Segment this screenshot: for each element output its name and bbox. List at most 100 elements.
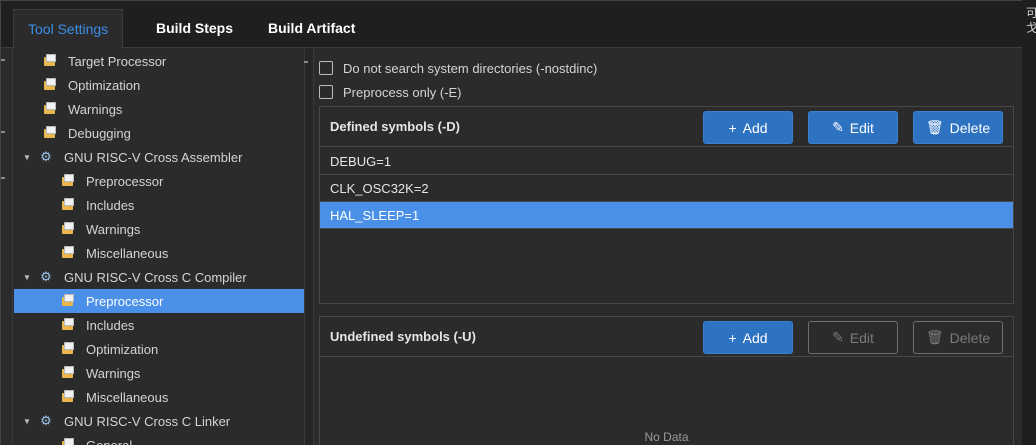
tab-build-steps[interactable]: Build Steps bbox=[142, 9, 247, 48]
tree-item-label: Debugging bbox=[68, 125, 131, 141]
tree-item-label: Miscellaneous bbox=[86, 245, 169, 261]
folder-icon bbox=[60, 197, 76, 213]
nostdinc-label: Do not search system directories (-nostd… bbox=[343, 60, 598, 76]
tree-item[interactable]: Preprocessor bbox=[14, 169, 304, 193]
folder-icon bbox=[60, 245, 76, 261]
left-gutter bbox=[1, 49, 13, 445]
defined-symbols-title: Defined symbols (-D) bbox=[330, 119, 461, 134]
undefined-symbols-header: Undefined symbols (-U) + Add ✎ Edit 🗑 De… bbox=[320, 317, 1013, 357]
tree-item-label: Includes bbox=[86, 197, 135, 213]
undefined-delete-label: Delete bbox=[949, 329, 991, 346]
folder-icon bbox=[60, 293, 76, 309]
gear-icon: ⚙ bbox=[40, 413, 52, 428]
folder-icon bbox=[60, 341, 76, 357]
defined-edit-button[interactable]: ✎ Edit bbox=[808, 111, 898, 144]
preprocess-only-label: Preprocess only (-E) bbox=[343, 84, 462, 100]
tree-item-label: Warnings bbox=[86, 221, 141, 237]
tree-item-label: Miscellaneous bbox=[86, 389, 169, 405]
plus-icon: + bbox=[728, 119, 737, 136]
tree-item-label: GNU RISC-V Cross C Compiler bbox=[64, 269, 247, 285]
nostdinc-option[interactable]: Do not search system directories (-nostd… bbox=[319, 58, 597, 78]
chevron-down-icon[interactable]: ▼ bbox=[22, 153, 32, 162]
tree-item[interactable]: Miscellaneous bbox=[14, 385, 304, 409]
tree-item[interactable]: ▼ ⚙ GNU RISC-V Cross C Linker bbox=[14, 409, 304, 433]
gutter-marker bbox=[1, 59, 5, 61]
pencil-icon: ✎ bbox=[832, 119, 844, 135]
folder-icon bbox=[42, 125, 58, 141]
folder-icon bbox=[60, 389, 76, 405]
tool-settings-window: Tool Settings Build Steps Build Artifact… bbox=[0, 0, 1023, 445]
folder-icon bbox=[60, 221, 76, 237]
tree-item-label: Preprocessor bbox=[86, 293, 164, 309]
tree-item[interactable]: General bbox=[14, 433, 304, 445]
tree-item-label: Target Processor bbox=[68, 53, 167, 69]
defined-delete-label: Delete bbox=[949, 119, 991, 136]
tree-item[interactable]: Warnings bbox=[14, 97, 304, 121]
undefined-symbols-panel: Undefined symbols (-U) + Add ✎ Edit 🗑 De… bbox=[319, 316, 1014, 445]
tree-item[interactable]: Warnings bbox=[14, 217, 304, 241]
tree-item[interactable]: Includes bbox=[14, 313, 304, 337]
defined-delete-button[interactable]: 🗑 Delete bbox=[913, 111, 1003, 144]
preprocess-only-checkbox[interactable] bbox=[319, 85, 333, 99]
tree-item-label: General bbox=[86, 437, 133, 445]
splitter-marker bbox=[304, 61, 308, 63]
defined-symbols-header: Defined symbols (-D) + Add ✎ Edit 🗑 Dele… bbox=[320, 107, 1013, 147]
defined-add-button[interactable]: + Add bbox=[703, 111, 793, 144]
symbol-row[interactable]: DEBUG=1 bbox=[320, 148, 1013, 175]
edge-text: 戈 bbox=[1026, 21, 1036, 35]
pane-splitter[interactable] bbox=[304, 49, 314, 445]
undefined-delete-button[interactable]: 🗑 Delete bbox=[913, 321, 1003, 354]
gear-icon: ⚙ bbox=[40, 149, 52, 164]
defined-add-label: Add bbox=[742, 119, 768, 136]
trash-icon: 🗑 bbox=[925, 119, 944, 135]
gutter-marker bbox=[1, 177, 5, 179]
tree-item[interactable]: Optimization bbox=[14, 337, 304, 361]
undefined-symbols-title: Undefined symbols (-U) bbox=[330, 329, 476, 344]
tree-item[interactable]: Includes bbox=[14, 193, 304, 217]
undefined-empty-message: No Data bbox=[644, 430, 689, 444]
tree-item-label: Optimization bbox=[86, 341, 159, 357]
tab-build-artifact[interactable]: Build Artifact bbox=[254, 9, 369, 48]
tree-item-label: Optimization bbox=[68, 77, 141, 93]
settings-tree: Target Processor Optimization Warnings Debu… bbox=[14, 49, 304, 445]
folder-icon bbox=[60, 365, 76, 381]
defined-edit-label: Edit bbox=[849, 119, 874, 136]
tree-item-label: Includes bbox=[86, 317, 135, 333]
tree-item[interactable]: ▼ ⚙ GNU RISC-V Cross Assembler bbox=[14, 145, 304, 169]
tree-item[interactable]: Target Processor bbox=[14, 49, 304, 73]
tree-item[interactable]: Miscellaneous bbox=[14, 241, 304, 265]
tree-item-label: GNU RISC-V Cross Assembler bbox=[64, 149, 243, 165]
folder-icon bbox=[60, 437, 76, 445]
folder-icon bbox=[60, 317, 76, 333]
symbol-row[interactable]: CLK_OSC32K=2 bbox=[320, 175, 1013, 202]
pencil-icon: ✎ bbox=[832, 329, 844, 345]
folder-icon bbox=[42, 101, 58, 117]
tree-item-label: Warnings bbox=[68, 101, 123, 117]
defined-symbols-panel: Defined symbols (-D) + Add ✎ Edit 🗑 Dele… bbox=[319, 106, 1014, 304]
tree-item-label: Preprocessor bbox=[86, 173, 164, 189]
tree-item-label: Warnings bbox=[86, 365, 141, 381]
undefined-add-button[interactable]: + Add bbox=[703, 321, 793, 354]
symbol-row[interactable]: HAL_SLEEP=1 bbox=[320, 202, 1013, 229]
folder-icon bbox=[60, 173, 76, 189]
trash-icon: 🗑 bbox=[925, 329, 944, 345]
tree-item[interactable]: ▼ ⚙ GNU RISC-V Cross C Compiler bbox=[14, 265, 304, 289]
gutter-marker bbox=[1, 131, 5, 133]
tab-tool-settings[interactable]: Tool Settings bbox=[13, 9, 124, 48]
tree-item[interactable]: Warnings bbox=[14, 361, 304, 385]
window-edge bbox=[1022, 0, 1036, 445]
chevron-down-icon[interactable]: ▼ bbox=[22, 417, 32, 426]
folder-icon bbox=[42, 77, 58, 93]
tree-item[interactable]: Debugging bbox=[14, 121, 304, 145]
nostdinc-checkbox[interactable] bbox=[319, 61, 333, 75]
chevron-down-icon[interactable]: ▼ bbox=[22, 273, 32, 282]
folder-icon bbox=[42, 53, 58, 69]
tab-bar: Tool Settings Build Steps Build Artifact bbox=[1, 1, 1023, 48]
tree-item[interactable]: Optimization bbox=[14, 73, 304, 97]
gear-icon: ⚙ bbox=[40, 269, 52, 284]
undefined-add-label: Add bbox=[742, 329, 768, 346]
tree-item[interactable]: Preprocessor bbox=[14, 289, 304, 313]
undefined-edit-button[interactable]: ✎ Edit bbox=[808, 321, 898, 354]
undefined-edit-label: Edit bbox=[849, 329, 874, 346]
preprocess-only-option[interactable]: Preprocess only (-E) bbox=[319, 82, 461, 102]
